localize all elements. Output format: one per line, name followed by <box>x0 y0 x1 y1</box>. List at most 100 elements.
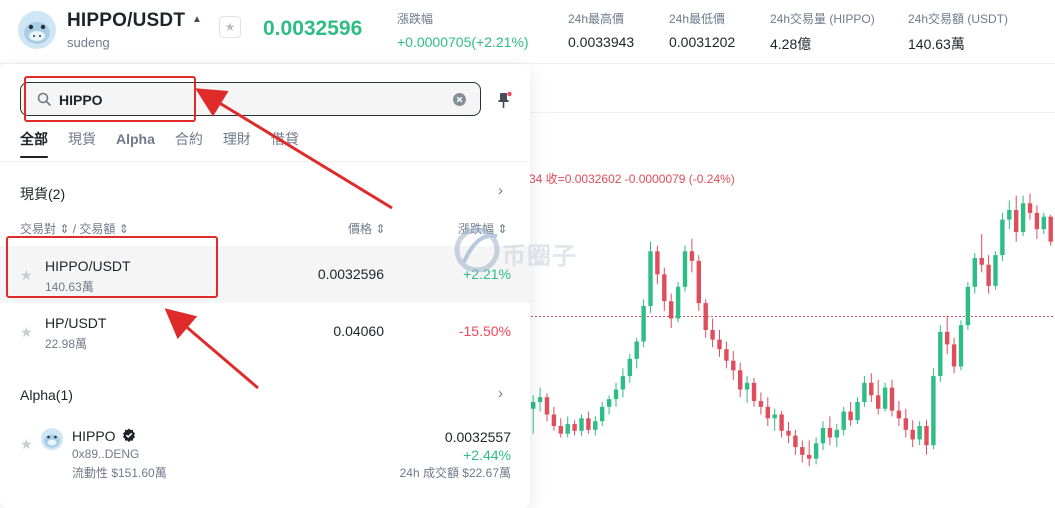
tab-loan[interactable]: 借貸 <box>271 130 299 156</box>
alpha-row-hippo[interactable]: ★ HIPPO 0x89..DENG 流動性 $151.60萬 0.003255… <box>0 420 530 480</box>
candle <box>917 421 922 446</box>
pin-icon[interactable] <box>495 91 513 109</box>
annotation-box-search <box>24 76 196 122</box>
candle-body <box>696 260 701 304</box>
candle <box>648 241 653 313</box>
col-header-price[interactable]: 價格 ⇕ <box>348 220 385 237</box>
clear-icon[interactable] <box>453 93 466 106</box>
alpha-change: +2.44% <box>463 447 511 463</box>
candle-body <box>648 251 653 306</box>
star-icon[interactable]: ★ <box>20 324 33 341</box>
verified-badge-icon <box>123 428 135 442</box>
candle-body <box>807 454 812 459</box>
candle-body <box>579 418 584 431</box>
tab-earn[interactable]: 理財 <box>223 130 251 156</box>
candle <box>986 255 991 294</box>
annotation-box-row <box>6 236 218 298</box>
stat-24h-volume: 24h交易量 (HIPPO) 4.28億 <box>770 10 875 54</box>
stat-24h-turnover: 24h交易額 (USDT) 140.63萬 <box>908 10 1008 54</box>
candle-body <box>655 251 660 275</box>
candle-body <box>717 339 722 350</box>
candle <box>965 282 971 330</box>
candle-body <box>813 443 819 459</box>
stat-value: 0.0031202 <box>669 34 736 50</box>
stat-label: 24h最低價 <box>669 12 726 26</box>
candle <box>793 429 798 455</box>
alpha-section-title[interactable]: Alpha(1) <box>20 387 73 403</box>
candle-body <box>551 414 557 426</box>
candle-body <box>634 341 639 359</box>
alpha-token-name: HIPPO <box>72 428 116 444</box>
candle <box>586 411 591 434</box>
candle <box>531 395 536 434</box>
candle-body <box>682 251 688 287</box>
candle-body <box>731 360 736 371</box>
candle-body <box>896 410 902 419</box>
candle-body <box>882 387 888 409</box>
candle-body <box>876 395 881 409</box>
candle <box>807 440 812 467</box>
stat-label: 24h最高價 <box>568 12 625 26</box>
stat-value: 0.0033943 <box>568 34 635 50</box>
candle-body <box>855 402 860 421</box>
candle-body <box>620 376 626 390</box>
candle-body <box>613 389 619 400</box>
tab-spot[interactable]: 現貨 <box>68 130 96 156</box>
candle <box>1041 212 1046 234</box>
tab-alpha[interactable]: Alpha <box>116 130 155 156</box>
candle <box>800 440 805 463</box>
alpha-token-address: 0x89..DENG <box>72 447 140 461</box>
star-icon: ★ <box>224 20 236 34</box>
candle-body <box>917 426 922 440</box>
spot-section-title[interactable]: 現貨(2) <box>20 184 65 204</box>
candle <box>600 402 605 426</box>
row-change: -15.50% <box>458 323 511 339</box>
candle <box>682 245 688 292</box>
tab-futures[interactable]: 合約 <box>175 130 203 156</box>
candle <box>841 406 846 436</box>
candle-body <box>1027 203 1033 213</box>
spot-row-hp-usdt[interactable]: ★ HP/USDT 22.98萬 0.04060 -15.50% <box>0 303 530 360</box>
chevron-right-icon[interactable]: › <box>498 182 503 199</box>
candle-body <box>675 286 681 319</box>
candle-body <box>593 421 598 430</box>
candle <box>558 418 563 438</box>
caret-up-icon[interactable]: ▲ <box>192 14 202 25</box>
candle-body <box>606 399 612 407</box>
candle-body <box>862 382 867 402</box>
candle-body <box>924 426 929 446</box>
candle <box>1014 195 1019 242</box>
row-pair: HP/USDT <box>45 315 107 331</box>
candle-body <box>1034 212 1040 230</box>
candle-body <box>758 401 764 407</box>
favorite-star-button[interactable]: ★ <box>219 16 241 38</box>
candle <box>751 378 757 407</box>
candle <box>537 387 543 412</box>
candle-body <box>965 286 971 326</box>
candle <box>738 362 743 398</box>
candle <box>876 379 881 415</box>
candle-body <box>1048 216 1053 242</box>
candle <box>848 402 853 426</box>
col-header-pair[interactable]: 交易對 ⇕ / 交易額 ⇕ <box>20 220 129 237</box>
pair-title[interactable]: HIPPO/USDT <box>67 10 185 32</box>
tab-all[interactable]: 全部 <box>20 130 48 158</box>
candle-body <box>827 427 833 438</box>
candle <box>1034 205 1040 239</box>
candle-body <box>565 424 570 434</box>
candle-body <box>993 255 998 286</box>
stat-value: +0.0000705(+2.21%) <box>397 34 529 50</box>
chevron-right-icon[interactable]: › <box>498 385 503 402</box>
candle <box>786 422 791 444</box>
candle <box>565 416 570 438</box>
star-icon[interactable]: ★ <box>20 436 33 453</box>
kline-chart[interactable]: 34 收=0.0032602 -0.0000079 (-0.24%) <box>527 66 1055 508</box>
candle <box>641 299 646 348</box>
candle-body <box>572 424 577 431</box>
candle-body <box>834 429 839 438</box>
candle <box>703 299 708 338</box>
candle <box>675 282 681 323</box>
candle <box>689 238 695 273</box>
candle <box>813 437 819 465</box>
candle <box>620 368 626 398</box>
